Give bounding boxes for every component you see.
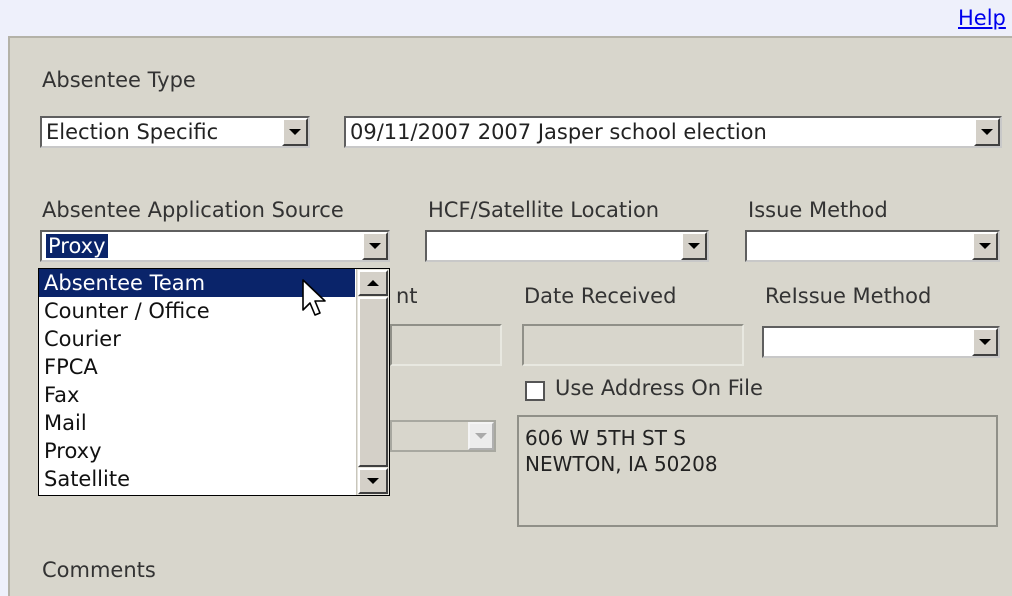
chevron-down-icon	[981, 129, 993, 135]
application-source-value: Proxy	[46, 234, 108, 258]
application-source-dropdown-button[interactable]	[362, 232, 388, 260]
reissue-method-dropdown-button[interactable]	[972, 328, 998, 356]
address-display: 606 W 5TH ST S NEWTON, IA 50208	[517, 415, 998, 527]
dropdown-scrollbar[interactable]	[356, 269, 389, 495]
application-source-label: Absentee Application Source	[42, 198, 344, 222]
hcf-location-label: HCF/Satellite Location	[428, 198, 660, 222]
hcf-location-select[interactable]	[425, 230, 709, 262]
election-dropdown-button[interactable]	[974, 118, 1000, 146]
chevron-down-icon	[289, 129, 301, 135]
absentee-type-dropdown-button[interactable]	[282, 118, 308, 146]
issue-method-label: Issue Method	[748, 198, 888, 222]
absentee-type-select[interactable]: Election Specific	[40, 116, 310, 148]
chevron-down-icon	[367, 478, 379, 484]
application-source-select[interactable]: Proxy	[40, 230, 390, 262]
comments-label: Comments	[42, 558, 156, 582]
scroll-thumb[interactable]	[358, 297, 388, 467]
chevron-down-icon	[475, 433, 487, 439]
chevron-down-icon	[979, 243, 991, 249]
issue-method-select[interactable]	[745, 230, 1000, 262]
disabled-dropdown-button	[468, 422, 494, 450]
date-received-input	[522, 324, 744, 366]
chevron-down-icon	[688, 243, 700, 249]
absentee-type-label: Absentee Type	[42, 68, 196, 92]
issue-method-dropdown-button[interactable]	[972, 232, 998, 260]
dropdown-option-proxy[interactable]: Proxy	[39, 437, 355, 465]
help-link[interactable]: Help	[958, 6, 1006, 30]
absentee-type-value: Election Specific	[46, 120, 219, 144]
reissue-method-select[interactable]	[762, 326, 1000, 358]
chevron-down-icon	[369, 243, 381, 249]
mouse-cursor-icon	[302, 279, 326, 316]
dropdown-option-satellite[interactable]: Satellite	[39, 465, 355, 493]
scroll-up-button[interactable]	[358, 270, 388, 296]
address-line-1: 606 W 5TH ST S	[525, 426, 686, 450]
reissue-method-label: ReIssue Method	[765, 284, 932, 308]
election-value: 09/11/2007 2007 Jasper school election	[350, 120, 767, 144]
application-source-dropdown-list[interactable]: Absentee Team Counter / Office Courier F…	[38, 268, 390, 496]
election-select[interactable]: 09/11/2007 2007 Jasper school election	[344, 116, 1002, 148]
date-received-label: Date Received	[524, 284, 677, 308]
partial-label: nt	[396, 284, 418, 308]
disabled-select	[390, 420, 496, 452]
hcf-location-dropdown-button[interactable]	[681, 232, 707, 260]
dropdown-option-courier[interactable]: Courier	[39, 325, 355, 353]
scroll-down-button[interactable]	[358, 468, 388, 494]
partial-textbox	[390, 324, 502, 366]
dropdown-option-fax[interactable]: Fax	[39, 381, 355, 409]
chevron-up-icon	[367, 280, 379, 286]
address-line-2: NEWTON, IA 50208	[525, 452, 718, 476]
chevron-down-icon	[979, 339, 991, 345]
use-address-checkbox[interactable]	[525, 381, 545, 401]
use-address-label: Use Address On File	[555, 376, 763, 400]
dropdown-option-mail[interactable]: Mail	[39, 409, 355, 437]
dropdown-option-fpca[interactable]: FPCA	[39, 353, 355, 381]
